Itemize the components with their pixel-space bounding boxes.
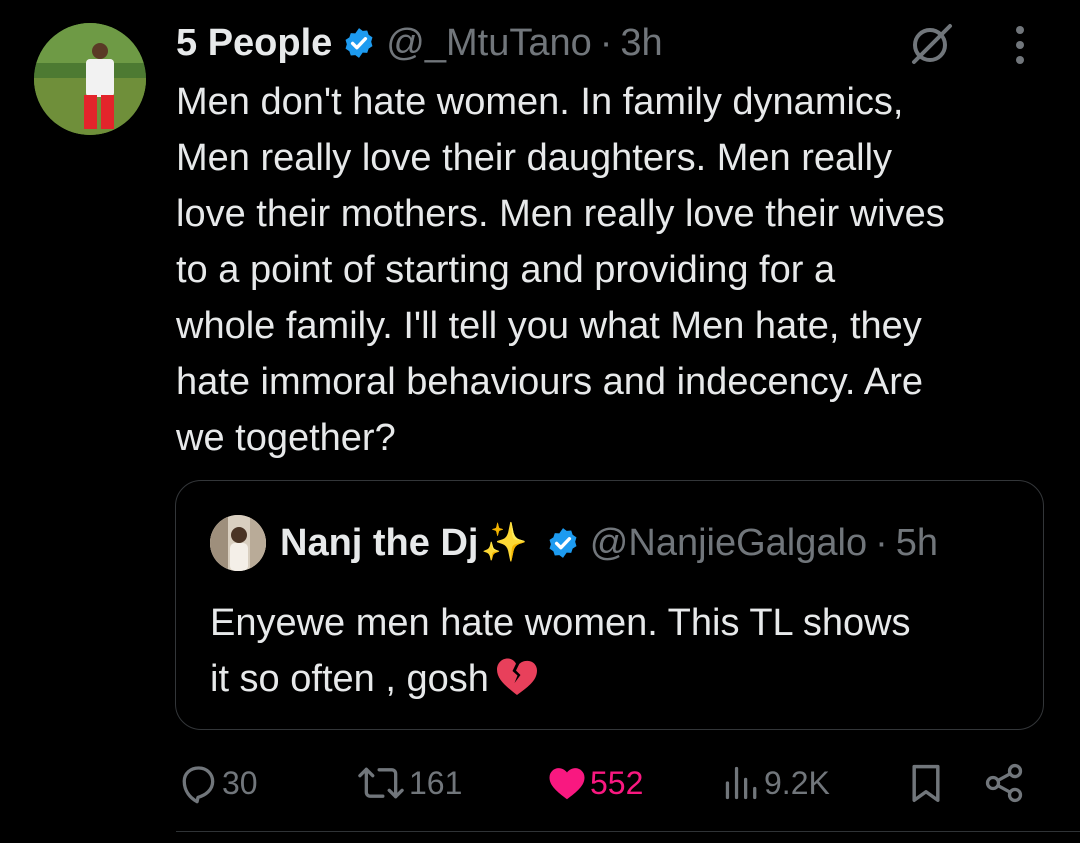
quoted-text-line: it so often , gosh [210,651,1010,707]
reply-count: 30 [222,764,258,801]
views-icon [725,766,757,800]
quoted-author-avatar[interactable] [210,515,266,571]
repost-button[interactable]: 161 [355,755,462,811]
share-button[interactable] [982,755,1026,811]
quoted-author-handle[interactable]: @NanjieGalgalo [590,522,867,565]
verified-badge-icon [549,528,577,558]
repost-count: 161 [409,764,463,801]
broken-heart-icon [496,658,537,695]
like-button[interactable]: 552 [546,755,643,811]
verified-badge-icon [345,28,373,58]
reply-icon [182,766,215,804]
tweet-text-line: whole family. I'll tell you what Men hat… [176,305,922,347]
repost-icon [358,767,404,799]
tweet-text-line: Men don't hate women. In family dynamics… [176,81,904,123]
bookmark-button[interactable] [906,755,946,811]
quoted-author-name[interactable]: Nanj the Dj [280,522,478,565]
tweet-text-line: love their mothers. Men really love thei… [176,193,945,235]
tweet-text-line: Men really love their daughters. Men rea… [176,137,893,179]
quoted-tweet-text: Enyewe men hate women. This TL shows it … [210,595,1010,707]
sparkles-emoji: ✨ [480,522,528,564]
tweet[interactable]: 5 People @_MtuTano · 3h Men don't hate w… [0,0,1080,843]
author-avatar[interactable] [34,23,146,135]
share-icon [985,763,1023,803]
quoted-tweet-timestamp[interactable]: 5h [896,522,938,565]
divider [176,831,1080,832]
bookmark-icon [912,764,940,802]
author-name[interactable]: 5 People [176,22,332,65]
tweet-text-line: we together? [176,417,396,459]
quoted-tweet-header: Nanj the Dj ✨ @NanjieGalgalo · 5h [210,515,938,571]
tweet-timestamp[interactable]: 3h [620,22,662,65]
view-count: 9.2K [764,764,830,801]
separator-dot: · [599,21,613,64]
quoted-text-line: Enyewe men hate women. This TL shows [210,602,911,644]
more-options-icon[interactable] [1010,22,1030,68]
grok-icon[interactable] [906,18,956,68]
reply-button[interactable]: 30 [176,755,258,811]
tweet-action-bar: 30 161 552 9.2K [0,755,1080,811]
quoted-tweet[interactable]: Nanj the Dj ✨ @NanjieGalgalo · 5h Enyewe… [175,480,1044,730]
tweet-text-line: to a point of starting and providing for… [176,249,836,291]
quoted-text-line-content: it so often , gosh [210,658,489,700]
views-button[interactable]: 9.2K [722,755,830,811]
tweet-header: 5 People @_MtuTano · 3h [176,18,663,68]
tweet-text-line: hate immoral behaviours and indecency. A… [176,361,924,403]
separator-dot: · [875,521,888,564]
heart-icon [549,768,585,800]
like-count: 552 [590,764,644,801]
tweet-text: Men don't hate women. In family dynamics… [176,74,1056,466]
author-handle[interactable]: @_MtuTano [386,22,591,65]
